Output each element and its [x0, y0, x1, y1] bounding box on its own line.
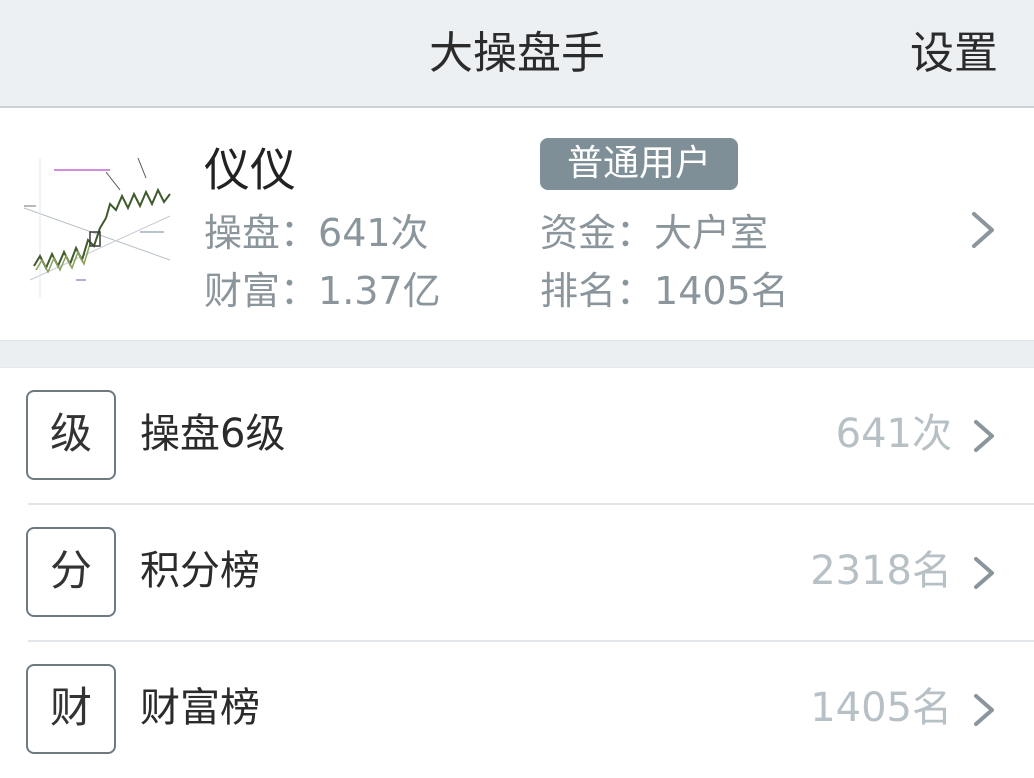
user-type-badge: 普通用户 — [540, 138, 738, 190]
stat-funds-value: 大户室 — [654, 211, 769, 255]
stat-operations: 操盘641次 — [204, 208, 429, 258]
list-item-points-ranking[interactable]: 分 积分榜 2318名 — [0, 505, 1034, 641]
points-icon: 分 — [26, 527, 116, 617]
stat-rank-label: 排名 — [540, 269, 654, 313]
stat-funds-label: 资金 — [540, 211, 654, 255]
stat-funds: 资金大户室 — [540, 208, 768, 258]
list-item-level[interactable]: 级 操盘6级 641次 — [0, 368, 1034, 504]
chevron-right-icon — [974, 694, 994, 726]
list-item-label: 操盘6级 — [140, 411, 286, 457]
profile-card[interactable]: 仪仪 普通用户 操盘641次 财富1.37亿 资金大户室 排名1405名 — [0, 110, 1034, 340]
stat-rank: 排名1405名 — [540, 266, 789, 316]
stock-chart-thumbnail-icon — [20, 148, 178, 306]
stat-rank-value: 1405名 — [654, 269, 789, 313]
section-divider — [0, 340, 1034, 368]
chevron-right-icon — [972, 212, 994, 248]
top-nav-bar: 大操盘手 设置 — [0, 0, 1034, 108]
chevron-right-icon — [974, 420, 994, 452]
page-title: 大操盘手 — [429, 28, 605, 79]
chevron-right-icon — [974, 557, 994, 589]
stat-wealth: 财富1.37亿 — [204, 266, 441, 316]
profile-name: 仪仪 — [204, 143, 296, 197]
list-item-label: 积分榜 — [140, 548, 260, 594]
wealth-icon: 财 — [26, 664, 116, 754]
stat-wealth-label: 财富 — [204, 269, 318, 313]
avatar — [20, 148, 178, 306]
list-item-label: 财富榜 — [140, 685, 260, 731]
list-item-value: 1405名 — [810, 685, 952, 731]
list-item-value: 2318名 — [810, 548, 952, 594]
list-item-wealth-ranking[interactable]: 财 财富榜 1405名 — [0, 642, 1034, 778]
stat-operations-value: 641次 — [318, 211, 429, 255]
level-icon: 级 — [26, 390, 116, 480]
list-item-value: 641次 — [835, 411, 952, 457]
settings-button[interactable]: 设置 — [910, 24, 998, 84]
stat-wealth-value: 1.37亿 — [318, 269, 441, 313]
stat-operations-label: 操盘 — [204, 211, 318, 255]
